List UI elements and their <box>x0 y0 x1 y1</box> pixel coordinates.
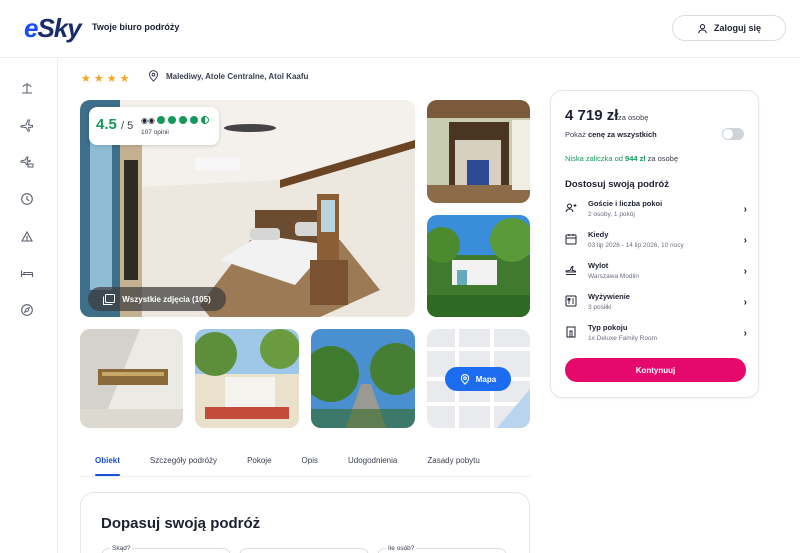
departure-icon <box>565 266 576 275</box>
location-pin-icon <box>148 70 159 82</box>
price-per-person: za osobę <box>618 113 649 122</box>
top-header: eSky Twoje biuro podróży Zaloguj się <box>0 0 800 58</box>
guests-field[interactable]: Ile osób? <box>377 545 507 553</box>
rating-dot <box>168 116 176 124</box>
calendar-icon <box>565 234 577 245</box>
guests-icon <box>565 203 577 213</box>
option-departure[interactable]: Wylot Warszawa Modlin › <box>565 260 747 288</box>
rating-score: 4.5 <box>96 116 117 133</box>
deposit-info: Niska zaliczka od 944 zł za osobę <box>565 154 678 163</box>
tripadvisor-icon: ◉◉ <box>141 116 155 125</box>
option-room-title: Typ pokoju <box>588 323 628 332</box>
location-pin-icon <box>460 373 469 385</box>
option-room-value: 1x Deluxe Family Room <box>588 335 657 342</box>
total-price-toggle[interactable] <box>722 128 744 140</box>
section-tabs: Obiekt Szczegóły podróży Pokoje Opis Udo… <box>80 448 530 476</box>
option-dates-value: 03 lip 2026 - 14 lip 2026, 10 nocy <box>588 242 684 249</box>
booking-card: 4 719 zł za osobę Pokaż cenę za wszystki… <box>550 90 759 398</box>
login-label: Zaloguj się <box>713 23 761 33</box>
tab-zasady[interactable]: Zasady pobytu <box>427 448 479 476</box>
option-room[interactable]: Typ pokoju 1x Deluxe Family Room › <box>565 322 747 350</box>
customize-title: Dostosuj swoją podróż <box>565 179 669 190</box>
map-button[interactable]: Mapa <box>445 367 511 391</box>
rating-dot <box>157 116 165 124</box>
option-dates[interactable]: Kiedy 03 lip 2026 - 14 lip 2026, 10 nocy… <box>565 229 747 257</box>
hotel-photo-4[interactable] <box>80 329 183 428</box>
rating-dots <box>157 116 209 124</box>
from-field[interactable]: Skąd? <box>101 545 231 553</box>
chevron-right-icon: › <box>743 204 747 215</box>
chevron-right-icon: › <box>743 235 747 246</box>
plane-icon[interactable] <box>19 117 35 133</box>
chevron-right-icon: › <box>743 328 747 339</box>
rating-card[interactable]: 4.5 / 5 ◉◉ 107 opinii <box>89 107 219 145</box>
clock-icon[interactable] <box>19 191 35 207</box>
deposit-prefix: Niska zaliczka od <box>565 154 623 163</box>
show-total-prefix: Pokaż <box>565 130 586 139</box>
option-departure-title: Wylot <box>588 261 609 270</box>
rating-dot <box>190 116 198 124</box>
show-total-bold: cenę za wszystkich <box>587 130 657 139</box>
hotel-photo-6[interactable] <box>311 329 415 428</box>
tab-obiekt[interactable]: Obiekt <box>95 448 120 476</box>
user-icon <box>698 23 707 33</box>
option-guests-title: Goście i liczba pokoi <box>588 199 663 208</box>
customize-trip-title: Dopasuj swoją podróż <box>101 515 261 532</box>
continue-button[interactable]: Kontynuuj <box>565 358 746 382</box>
chevron-right-icon: › <box>743 297 747 308</box>
option-guests-value: 2 osoby, 1 pokój <box>588 211 635 218</box>
tagline: Twoje biuro podróży <box>92 22 180 32</box>
hotel-photo-5[interactable] <box>195 329 299 428</box>
tab-szczegoly[interactable]: Szczegóły podróży <box>150 448 217 476</box>
bed-icon[interactable] <box>19 265 35 281</box>
meal-icon <box>565 295 577 307</box>
room-icon <box>566 326 576 338</box>
option-meals[interactable]: Wyżywienie 3 posiłki › <box>565 291 747 319</box>
compass-icon[interactable] <box>19 302 35 318</box>
tent-icon[interactable] <box>19 228 35 244</box>
option-guests[interactable]: Goście i liczba pokoi 2 osoby, 1 pokój › <box>565 198 747 226</box>
tabs-divider <box>80 476 530 477</box>
price: 4 719 zł <box>565 107 619 124</box>
gallery-icon <box>103 293 116 305</box>
guests-field-label: Ile osób? <box>386 545 417 552</box>
deposit-suffix: za osobę <box>647 154 679 163</box>
hotel-stars: ★★★★ <box>81 73 133 85</box>
option-meals-title: Wyżywienie <box>588 292 630 301</box>
chevron-right-icon: › <box>743 266 747 277</box>
show-total-label: Pokaż cenę za wszystkich <box>565 130 657 139</box>
option-meals-value: 3 posiłki <box>588 304 612 311</box>
rating-dot-half <box>201 116 209 124</box>
plane-hotel-icon[interactable] <box>19 154 35 170</box>
beach-icon[interactable] <box>19 80 35 96</box>
main-content: ★★★★ Malediwy, Atole Centralne, Atol Kaa… <box>58 58 800 553</box>
hotel-photo-3[interactable] <box>427 215 530 317</box>
option-dates-title: Kiedy <box>588 230 609 239</box>
rating-max: / 5 <box>121 120 134 132</box>
hotel-photo-2[interactable] <box>427 100 530 203</box>
deposit-amount: 944 zł <box>625 154 646 163</box>
rating-dot <box>179 116 187 124</box>
tab-opis[interactable]: Opis <box>302 448 318 476</box>
from-field-label: Skąd? <box>110 545 133 552</box>
option-departure-value: Warszawa Modlin <box>588 273 640 280</box>
esky-logo[interactable]: eSky <box>24 13 82 44</box>
all-photos-label: Wszystkie zdjęcia (105) <box>122 294 211 304</box>
reviews-count[interactable]: 107 opinii <box>141 129 169 136</box>
left-sidebar <box>0 58 58 553</box>
date-field[interactable] <box>239 548 369 553</box>
all-photos-button[interactable]: Wszystkie zdjęcia (105) <box>88 287 226 311</box>
map-label: Mapa <box>475 374 497 384</box>
tab-udogodnienia[interactable]: Udogodnienia <box>348 448 397 476</box>
login-button[interactable]: Zaloguj się <box>672 15 786 41</box>
customize-trip-panel: Dopasuj swoją podróż Skąd? Ile osób? <box>80 492 530 553</box>
location-text: Malediwy, Atole Centralne, Atol Kaafu <box>166 71 309 81</box>
tab-pokoje[interactable]: Pokoje <box>247 448 271 476</box>
hotel-location: Malediwy, Atole Centralne, Atol Kaafu <box>148 70 308 82</box>
